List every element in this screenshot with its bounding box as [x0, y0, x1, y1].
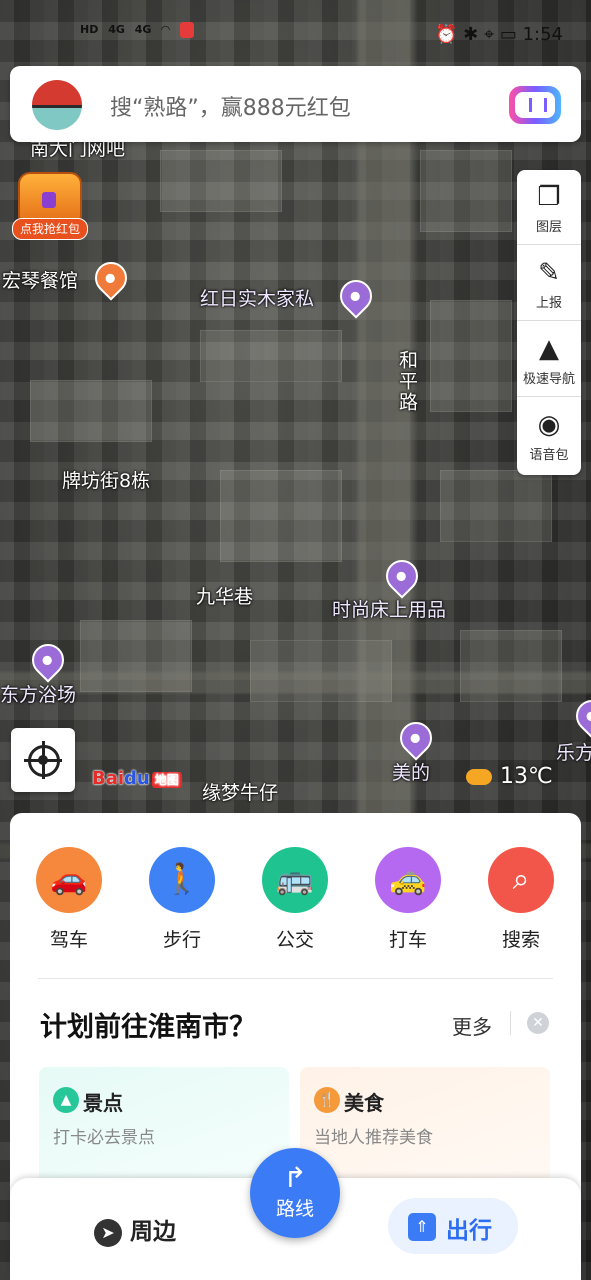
tool-voice-pack[interactable]: ◉ 语音包	[517, 398, 581, 472]
navigation-icon: ▲	[539, 334, 559, 364]
mode-label: 搜索	[501, 929, 540, 951]
status-right: ⏰ ✱ ⌖ ▭ 1:54	[435, 24, 563, 45]
tool-fast-navigation[interactable]: ▲ 极速导航	[517, 322, 581, 397]
network-4g: 4G	[108, 23, 125, 36]
mode-drive[interactable]: 🚗 驾车	[24, 847, 114, 952]
separator	[510, 1011, 511, 1035]
voice-assistant-icon[interactable]	[509, 86, 561, 124]
mode-walk[interactable]: 🚶 步行	[137, 847, 227, 952]
location-icon: ⌖	[483, 24, 495, 45]
alarm-icon: ⏰	[434, 24, 458, 45]
walk-icon: 🚶	[149, 847, 215, 913]
temperature: 13℃	[500, 764, 553, 789]
red-packet-label: 点我抢红包	[12, 218, 88, 240]
map-label-building[interactable]: 牌坊街8栋	[62, 466, 150, 493]
close-icon[interactable]: ✕	[527, 1012, 549, 1034]
mode-label: 打车	[388, 929, 427, 951]
map-tools-panel: ❐ 图层 ✎ 上报 ▲ 极速导航 ◉ 语音包	[517, 170, 581, 475]
nav-nearby-label: 周边	[130, 1219, 176, 1245]
report-icon: ✎	[538, 258, 560, 288]
mode-label: 步行	[162, 929, 201, 951]
scenic-title: 景点	[83, 1091, 123, 1115]
map-label-road: 和平路	[396, 350, 418, 413]
divider	[38, 978, 553, 979]
map-label-right[interactable]: 乐方	[556, 738, 591, 765]
bluetooth-icon: ✱	[463, 24, 479, 45]
route-arrow-icon: ↱	[283, 1161, 307, 1194]
scenic-desc: 打卡必去景点	[53, 1128, 155, 1148]
shop-pin-icon[interactable]: ●	[333, 273, 379, 319]
map-label-bedding[interactable]: 时尚床上用品	[332, 595, 446, 622]
mode-taxi[interactable]: 🚕 打车	[363, 847, 453, 952]
restaurant-pin-icon[interactable]: ●	[88, 255, 134, 301]
tool-label: 语音包	[529, 448, 569, 463]
search-bar[interactable]: 搜“熟路”，赢888元红包	[10, 66, 581, 142]
nav-go[interactable]: ⇑ 出行	[388, 1198, 518, 1254]
cloud-sun-icon	[466, 769, 492, 785]
tool-label: 极速导航	[522, 372, 575, 387]
nav-go-label: 出行	[446, 1218, 492, 1244]
go-icon: ⇑	[408, 1213, 436, 1241]
food-desc: 当地人推荐美食	[314, 1128, 433, 1148]
signal-indicators: HD 4G 4G ◠	[80, 22, 200, 38]
weather-widget[interactable]: 13℃	[466, 764, 553, 789]
tool-label: 上报	[535, 296, 562, 311]
compass-icon: ➤	[94, 1218, 122, 1247]
search-input[interactable]: 搜“熟路”，赢888元红包	[110, 90, 351, 122]
map-label-lane: 九华巷	[196, 586, 254, 608]
plan-title: 计划前往淮南市？	[40, 1012, 256, 1043]
red-packet-button[interactable]: 点我抢红包	[12, 170, 88, 240]
car-icon: 🚗	[36, 847, 102, 913]
mountain-icon: ▲	[53, 1087, 79, 1113]
locate-button[interactable]	[11, 728, 75, 792]
map-label-jeans[interactable]: 缘梦牛仔	[202, 778, 278, 805]
search-icon: ⌕	[488, 847, 554, 913]
bath-pin-icon[interactable]: ●	[25, 637, 71, 683]
cutlery-icon: 🍴	[314, 1087, 340, 1113]
mode-label: 驾车	[49, 929, 88, 951]
shop-pin-icon[interactable]: ●	[569, 693, 591, 739]
map-label-restaurant[interactable]: 宏琴餐馆	[2, 266, 78, 293]
tool-report[interactable]: ✎ 上报	[517, 246, 581, 321]
map-label-bath[interactable]: 东方浴场	[0, 680, 76, 707]
food-title: 美食	[344, 1091, 384, 1115]
tool-layers[interactable]: ❐ 图层	[517, 170, 581, 245]
mode-search[interactable]: ⌕ 搜索	[476, 847, 566, 952]
battery-icon: ▭	[499, 24, 517, 45]
shop-pin-icon[interactable]: ●	[393, 715, 439, 761]
clock: 1:54	[522, 24, 563, 45]
avatar[interactable]	[32, 80, 82, 130]
shop-pin-icon[interactable]: ●	[379, 553, 425, 599]
taxi-icon: 🚕	[375, 847, 441, 913]
status-bar: HD 4G 4G ◠ ⏰ ✱ ⌖ ▭ 1:54	[0, 0, 591, 60]
wifi-icon: ◠	[161, 23, 170, 36]
baidu-map-logo: Baidu 地图	[92, 768, 182, 789]
network-4g-2: 4G	[134, 23, 152, 36]
route-button[interactable]: ↱ 路线	[250, 1148, 340, 1238]
mode-bus[interactable]: 🚌 公交	[250, 847, 340, 952]
treasure-chest-icon	[18, 172, 82, 222]
map-label-meide[interactable]: 美的	[392, 758, 430, 785]
map-label-furniture[interactable]: 红日实木家私	[200, 284, 314, 311]
mic-recording-icon	[179, 22, 194, 38]
bus-icon: 🚌	[262, 847, 328, 913]
route-label: 路线	[275, 1198, 314, 1220]
layers-icon: ❐	[537, 182, 561, 212]
voice-pack-icon: ◉	[537, 410, 561, 440]
mode-label: 公交	[275, 929, 314, 951]
nav-nearby[interactable]: ➤ 周边	[94, 1212, 176, 1247]
hd-badge: HD	[80, 23, 99, 36]
tool-label: 图层	[535, 220, 562, 235]
more-link[interactable]: 更多	[452, 1011, 492, 1040]
